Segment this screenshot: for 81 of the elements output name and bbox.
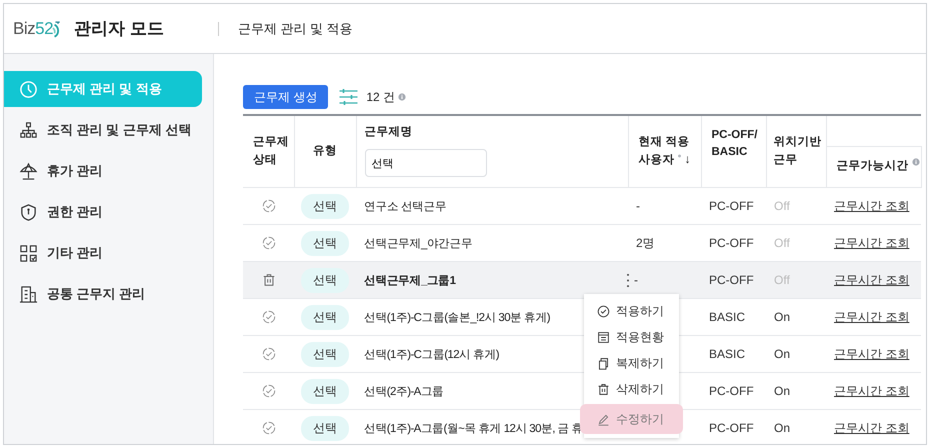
type-tag: 선택 (301, 304, 349, 330)
dashed-check-icon (262, 384, 276, 398)
hours-link[interactable]: 근무시간 조회 (834, 198, 910, 212)
hours-link[interactable]: 근무시간 조회 (834, 420, 910, 434)
document-icon (597, 330, 610, 344)
hours-link[interactable]: 근무시간 조회 (834, 236, 910, 250)
table-cell: 2명 (636, 234, 655, 252)
hours-link[interactable]: 근무시간 조회 (834, 384, 910, 398)
column-header: 근무가능시간 (836, 160, 908, 172)
table-cell: Off (774, 199, 790, 213)
sidebar-item[interactable]: 기타 관리 (4, 235, 202, 271)
column-header: 근무제 상태 (253, 135, 290, 168)
column-header: 현재 적용 (638, 135, 690, 150)
column-header: 유형 (313, 144, 337, 157)
menu-item[interactable]: 삭제하기 (584, 376, 679, 402)
sidebar-item[interactable]: 조직 관리 및 근무제 선택 (4, 112, 202, 148)
table-cell: PC-OFF (709, 199, 754, 213)
type-tag: 선택 (301, 416, 349, 440)
table-cell: PC-OFF (709, 273, 754, 287)
table-cell: On (774, 421, 790, 435)
shield-icon (19, 202, 38, 222)
create-button[interactable]: 근무제 생성 (243, 85, 328, 109)
building-icon (19, 284, 38, 304)
sort-arrow[interactable]: ↓ (684, 152, 690, 166)
table-cell: On (774, 384, 790, 398)
check-circle-icon (597, 304, 610, 318)
type-tag: 선택 (301, 342, 349, 366)
dashed-check-icon (262, 421, 276, 436)
umbrella-icon (19, 162, 38, 180)
column-header: 사용자 (638, 152, 674, 168)
pencil-icon (597, 412, 610, 426)
table-cell: PC-OFF (709, 384, 754, 398)
info-icon (398, 93, 406, 101)
grid-icon (19, 244, 38, 262)
type-tag: 선택 (301, 194, 349, 218)
copy-icon (597, 356, 610, 370)
org-chart-icon (19, 120, 38, 140)
type-tag: 선택 (301, 230, 349, 256)
dashed-check-icon (262, 199, 276, 214)
table-cell: PC-OFF (709, 236, 754, 250)
table-cell: 선택(1주)-C그룹(솔본_!2시 30분 휴게) (364, 312, 550, 324)
table-cell: Off (774, 273, 790, 287)
table-cell: 선택(2주)-A그룹 (364, 386, 444, 398)
dashed-check-icon (262, 347, 276, 362)
trash-icon[interactable] (262, 273, 276, 288)
type-tag: 선택 (301, 378, 349, 404)
table-cell: Off (774, 236, 790, 250)
table-cell: On (774, 310, 790, 324)
table-cell: BASIC (709, 310, 746, 324)
menu-item[interactable]: 적용하기 (584, 298, 679, 324)
clock-icon (19, 80, 38, 98)
table-cell: 선택근무제_야간근무 (364, 238, 472, 250)
trash-icon (597, 382, 610, 396)
table-cell: - (636, 199, 640, 213)
column-header: 근무제명 (364, 125, 414, 140)
mode-title: 관리자 모드 (74, 18, 164, 40)
dashed-check-icon (262, 236, 276, 250)
menu-item[interactable]: 복제하기 (584, 350, 679, 376)
table-cell: 선택(1주)-C그룹(12시 휴게) (364, 348, 500, 360)
column-header: PC-OFF/ BASIC (712, 128, 758, 160)
menu-item[interactable]: 적용현황 (584, 324, 679, 350)
hours-link[interactable]: 근무시간 조회 (834, 346, 910, 360)
more-icon[interactable] (626, 272, 630, 288)
table-cell: PC-OFF (709, 421, 754, 435)
page-title: 근무제 관리 및 적용 (238, 20, 353, 38)
hours-link[interactable]: 근무시간 조회 (834, 310, 910, 324)
name-filter-field[interactable]: 선택 (364, 149, 486, 178)
table-cell: - (634, 273, 638, 287)
sidebar-item[interactable]: 휴가 관리 (4, 153, 202, 189)
type-tag: 선택 (301, 268, 349, 292)
column-header: 위치기반 근무 (774, 135, 822, 168)
table-cell: BASIC (709, 347, 746, 361)
result-count: 12 건 (366, 88, 396, 106)
info-icon (678, 152, 680, 160)
sidebar-item[interactable]: 공통 근무지 관리 (4, 276, 202, 312)
table-cell: 선택근무제_그룹1 (364, 274, 456, 286)
table-cell: 연구소 선택근무 (364, 200, 446, 212)
dashed-check-icon (262, 310, 276, 324)
table-cell: On (774, 347, 790, 361)
logo-text: Biz52 (13, 18, 54, 38)
sidebar-item[interactable]: 권한 관리 (4, 194, 202, 230)
